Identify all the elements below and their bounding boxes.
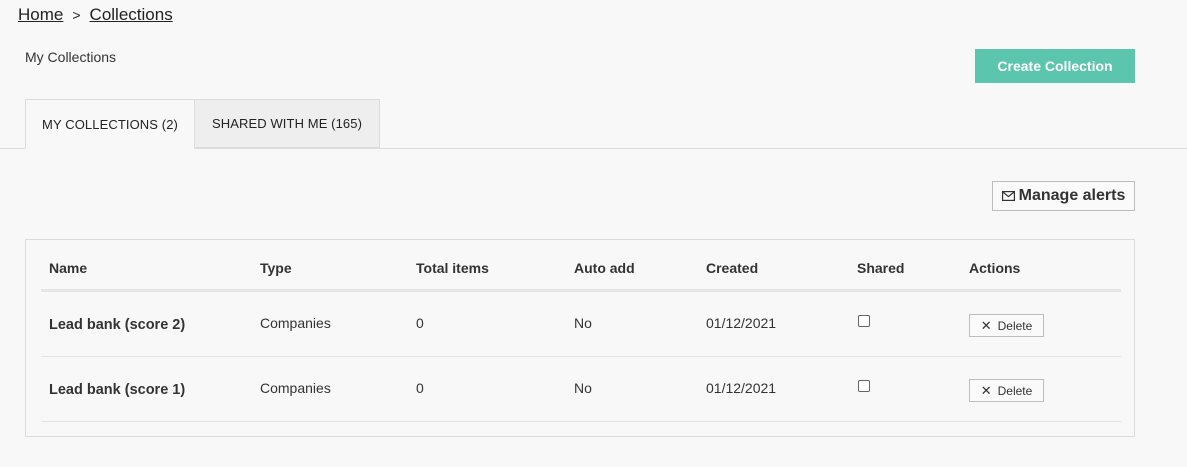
header-auto-add: Auto add xyxy=(574,259,635,276)
delete-button[interactable]: ✕ Delete xyxy=(969,379,1044,402)
breadcrumb-collections-link[interactable]: Collections xyxy=(90,5,173,25)
collection-total-items: 0 xyxy=(416,315,424,331)
delete-button[interactable]: ✕ Delete xyxy=(969,314,1044,337)
collection-total-items: 0 xyxy=(416,380,424,396)
shared-checkbox[interactable] xyxy=(858,380,870,392)
breadcrumb: Home > Collections xyxy=(18,5,173,25)
tab-shared-with-me[interactable]: SHARED WITH ME (165) xyxy=(194,99,380,148)
collection-auto-add: No xyxy=(574,315,592,331)
delete-label: Delete xyxy=(997,383,1033,398)
actions-cell: ✕ Delete xyxy=(969,357,1044,421)
collections-table: Name Type Total items Auto add Created S… xyxy=(25,239,1135,437)
shared-cell xyxy=(857,292,870,356)
close-icon: ✕ xyxy=(980,318,992,333)
collection-type: Companies xyxy=(260,380,331,396)
collection-created: 01/12/2021 xyxy=(706,380,777,396)
page-title: My Collections xyxy=(25,49,117,65)
create-collection-button[interactable]: Create Collection xyxy=(975,49,1135,83)
header-actions: Actions xyxy=(969,259,1021,276)
close-icon: ✕ xyxy=(980,383,992,398)
header-name: Name xyxy=(49,259,88,276)
header-type: Type xyxy=(260,259,292,276)
envelope-icon xyxy=(1001,191,1015,201)
manage-alerts-button[interactable]: Manage alerts xyxy=(992,181,1135,211)
table-header: Name Type Total items Auto add Created S… xyxy=(41,240,1121,292)
shared-checkbox[interactable] xyxy=(858,315,870,327)
breadcrumb-home-link[interactable]: Home xyxy=(18,5,63,25)
tab-bar: MY COLLECTIONS (2) SHARED WITH ME (165) xyxy=(0,99,1187,149)
manage-alerts-label: Manage alerts xyxy=(1018,187,1126,204)
table-row: Lead bank (score 2) Companies 0 No 01/12… xyxy=(41,292,1121,357)
shared-cell xyxy=(857,357,870,421)
tab-my-collections[interactable]: MY COLLECTIONS (2) xyxy=(25,99,195,149)
collection-name[interactable]: Lead bank (score 2) xyxy=(49,292,185,356)
collection-type: Companies xyxy=(260,315,331,331)
collection-name[interactable]: Lead bank (score 1) xyxy=(49,357,185,421)
breadcrumb-separator: > xyxy=(72,7,81,23)
collection-created: 01/12/2021 xyxy=(706,315,777,331)
header-total-items: Total items xyxy=(416,259,489,276)
table-row: Lead bank (score 1) Companies 0 No 01/12… xyxy=(41,357,1121,422)
collection-auto-add: No xyxy=(574,380,592,396)
delete-label: Delete xyxy=(997,318,1033,333)
actions-cell: ✕ Delete xyxy=(969,292,1044,356)
header-shared: Shared xyxy=(857,259,905,276)
header-created: Created xyxy=(706,259,759,276)
